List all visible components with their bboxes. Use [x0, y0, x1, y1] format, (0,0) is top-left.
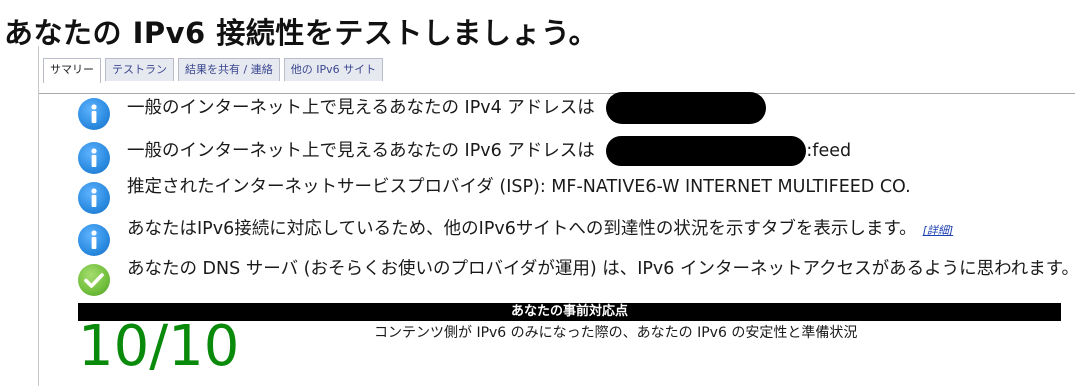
- summary-row-text: 一般のインターネット上で見えるあなたの IPv6 アドレスは :feed: [127, 136, 851, 166]
- check-icon: [78, 264, 110, 296]
- tab-test-run[interactable]: テストラン: [105, 58, 174, 81]
- readiness-score: 10/10: [78, 314, 240, 379]
- tab-summary[interactable]: サマリー: [43, 58, 101, 83]
- isp-text: 推定されたインターネットサービスプロバイダ (ISP): MF-NATIVE6-…: [127, 177, 911, 197]
- info-icon: [78, 224, 110, 256]
- summary-row-ipv6: 一般のインターネット上で見えるあなたの IPv6 アドレスは :feed: [78, 136, 851, 174]
- dns-text: あなたの DNS サーバ (おそらくお使いのプロバイダが運用) は、IPv6 イ…: [127, 259, 1075, 279]
- ipv4-label: 一般のインターネット上で見えるあなたの IPv4 アドレスは: [127, 98, 595, 118]
- summary-row-ipv6-tabs: あなたはIPv6接続に対応しているため、他のIPv6サイトへの到達性の状況を示す…: [78, 218, 953, 256]
- info-icon: [78, 142, 110, 174]
- ipv6-label: 一般のインターネット上で見えるあなたの IPv6 アドレスは: [127, 141, 595, 161]
- summary-row-ipv4: 一般のインターネット上で見えるあなたの IPv4 アドレスは: [78, 92, 767, 130]
- summary-row-text: 一般のインターネット上で見えるあなたの IPv4 アドレスは: [127, 92, 767, 124]
- tab-bar: サマリー テストラン 結果を共有 / 連絡 他の IPv6 サイト: [43, 58, 384, 83]
- summary-row-isp: 推定されたインターネットサービスプロバイダ (ISP): MF-NATIVE6-…: [78, 176, 911, 214]
- tab-other-ipv6-sites[interactable]: 他の IPv6 サイト: [283, 58, 384, 81]
- summary-row-dns: あなたの DNS サーバ (おそらくお使いのプロバイダが運用) は、IPv6 イ…: [78, 258, 1075, 296]
- info-icon: [78, 98, 110, 130]
- ipv6-address-suffix: :feed: [806, 141, 852, 161]
- info-icon: [78, 182, 110, 214]
- redacted-ipv4-address: [606, 92, 767, 124]
- details-link[interactable]: [詳細]: [923, 224, 954, 237]
- redacted-ipv6-address: [606, 136, 807, 166]
- ipv6-tabs-text: あなたはIPv6接続に対応しているため、他のIPv6サイトへの到達性の状況を示す…: [127, 219, 917, 239]
- summary-row-text: あなたはIPv6接続に対応しているため、他のIPv6サイトへの到達性の状況を示す…: [127, 218, 953, 242]
- readiness-description: コンテンツ側が IPv6 のみになった際の、あなたの IPv6 の安定性と準備状…: [374, 325, 858, 341]
- tab-share-contact[interactable]: 結果を共有 / 連絡: [178, 58, 280, 81]
